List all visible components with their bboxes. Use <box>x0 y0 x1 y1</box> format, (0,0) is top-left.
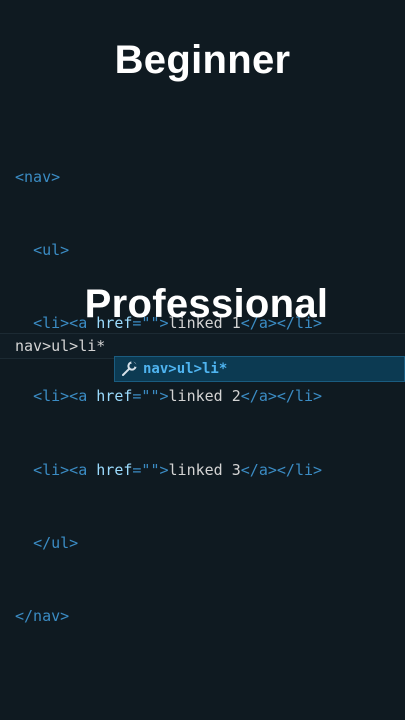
code-line-1: <nav> <box>15 165 322 189</box>
tag-close: > <box>159 460 169 479</box>
li-a-close: </a></li> <box>240 460 323 479</box>
professional-title: Professional <box>84 282 329 326</box>
code-line-7: </nav> <box>15 604 322 628</box>
link-text: linked 2 <box>168 387 241 406</box>
code-line-2: <ul> <box>15 238 322 262</box>
code-snippet: <nav> <ul> <li><a href="">linked 1</a></… <box>15 116 322 653</box>
tag-close: > <box>159 387 169 406</box>
href-attr: href <box>96 387 133 406</box>
li-a-close: </a></li> <box>240 387 323 406</box>
href-attr: href <box>96 460 133 479</box>
wrench-icon <box>120 360 138 378</box>
nav-open-tag: <nav> <box>15 167 61 186</box>
code-line-5: <li><a href="">linked 3</a></li> <box>15 458 322 482</box>
code-line-6: </ul> <box>15 531 322 555</box>
attr-value: ="" <box>132 387 160 406</box>
nav-close-tag: </nav> <box>15 607 70 626</box>
typed-abbreviation[interactable]: nav>ul>li* <box>15 337 105 355</box>
link-text: linked 3 <box>168 460 241 479</box>
li-a-open: <li><a <box>33 387 97 406</box>
autocomplete-suggestion[interactable]: nav>ul>li* <box>114 356 405 382</box>
li-a-open: <li><a <box>33 460 97 479</box>
ul-close-tag: </ul> <box>33 533 79 552</box>
code-line-4: <li><a href="">linked 2</a></li> <box>15 384 322 408</box>
ul-open-tag: <ul> <box>33 241 70 260</box>
beginner-title: Beginner <box>114 38 291 82</box>
suggestion-label[interactable]: nav>ul>li* <box>143 361 227 377</box>
attr-value: ="" <box>132 460 160 479</box>
